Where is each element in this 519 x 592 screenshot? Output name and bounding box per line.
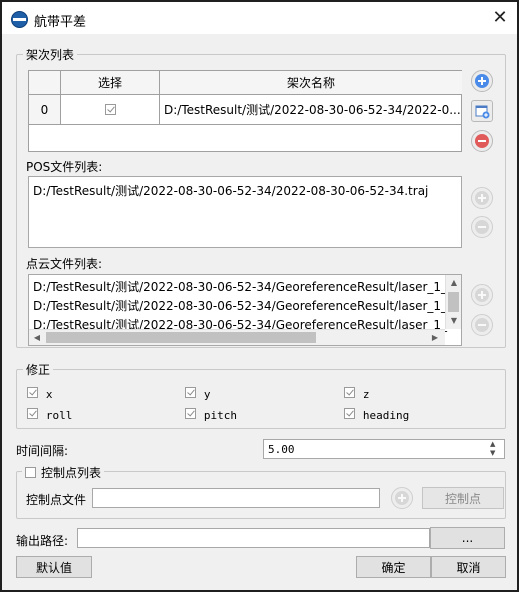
table-corner-cell [29, 71, 61, 95]
table-row-select-cell[interactable] [61, 95, 160, 125]
correction-roll-option[interactable]: roll [27, 408, 72, 422]
remove-pointcloud-button[interactable] [471, 314, 493, 336]
correction-z-option[interactable]: z [344, 387, 369, 401]
table-row-name-cell[interactable]: D:/TestResult/测试/2022-08-30-06-52-34/202… [160, 95, 462, 125]
correction-roll-label: roll [45, 409, 73, 422]
pointcloud-file-list[interactable]: D:/TestResult/测试/2022-08-30-06-52-34/Geo… [28, 274, 462, 346]
horizontal-scroll-thumb[interactable] [46, 332, 316, 343]
correction-heading-checkbox[interactable] [344, 408, 355, 419]
time-interval-value: 5.00 [268, 443, 295, 456]
cancel-button[interactable]: 取消 [431, 556, 506, 578]
browse-output-button[interactable]: ... [430, 527, 505, 549]
control-point-file-label: 控制点文件 [26, 493, 87, 507]
correction-y-checkbox[interactable] [185, 387, 196, 398]
spin-down-icon[interactable]: ▼ [490, 449, 495, 457]
time-interval-label: 时间间隔: [16, 444, 69, 458]
correction-pitch-checkbox[interactable] [185, 408, 196, 419]
flight-list-legend: 架次列表 [26, 48, 75, 62]
add-flight-button[interactable] [471, 70, 493, 92]
list-item[interactable]: D:/TestResult/测试/2022-08-30-06-52-34/Geo… [33, 297, 455, 314]
flight-table: 选择 架次名称 0 D:/TestResult/测试/2022-08-30-06… [28, 70, 462, 152]
folder-add-icon [475, 105, 490, 119]
add-pos-button[interactable] [471, 187, 493, 209]
control-point-toggle[interactable]: 控制点列表 [22, 464, 105, 481]
add-control-point-button[interactable] [391, 487, 413, 509]
correction-roll-checkbox[interactable] [27, 408, 38, 419]
plus-circle-icon [395, 491, 409, 505]
import-flight-button[interactable] [471, 100, 493, 122]
ok-button[interactable]: 确定 [356, 556, 431, 578]
scroll-up-arrow-icon[interactable]: ▲ [446, 278, 461, 287]
correction-x-option[interactable]: x [27, 387, 52, 401]
plus-circle-icon [475, 74, 489, 88]
control-point-legend: 控制点列表 [41, 466, 102, 480]
control-point-file-input[interactable] [92, 488, 380, 508]
spin-up-icon[interactable]: ▲ [490, 440, 495, 448]
correction-legend: 修正 [26, 363, 51, 377]
output-path-label: 输出路径: [16, 534, 69, 548]
output-path-input[interactable] [77, 528, 430, 548]
scroll-left-arrow-icon[interactable]: ◀ [29, 333, 45, 342]
column-header-name[interactable]: 架次名称 [160, 71, 462, 95]
correction-pitch-label: pitch [203, 409, 237, 422]
correction-group: 修正 [16, 361, 506, 429]
minus-circle-icon [475, 318, 489, 332]
default-button[interactable]: 默认值 [16, 556, 92, 578]
minus-circle-icon [475, 220, 489, 234]
remove-pos-button[interactable] [471, 216, 493, 238]
window-title: 航带平差 [34, 15, 87, 30]
plus-circle-icon [475, 288, 489, 302]
title-bar: 航带平差 ✕ [2, 2, 517, 34]
close-button[interactable]: ✕ [487, 5, 513, 31]
scroll-down-arrow-icon[interactable]: ▼ [446, 316, 461, 325]
correction-heading-label: heading [362, 409, 410, 422]
vertical-scrollbar[interactable]: ▲ ▼ [445, 275, 461, 329]
scroll-right-arrow-icon[interactable]: ▶ [427, 333, 443, 342]
correction-y-option[interactable]: y [185, 387, 210, 401]
close-icon: ✕ [492, 7, 508, 28]
row-select-checkbox[interactable] [104, 104, 116, 115]
dialog-window: 航带平差 ✕ 架次列表 选择 架次名称 0 D:/TestResult/测试/2… [0, 0, 519, 592]
vertical-scroll-thumb[interactable] [448, 292, 459, 312]
app-logo-icon [11, 11, 28, 28]
pos-file-list[interactable]: D:/TestResult/测试/2022-08-30-06-52-34/202… [28, 176, 462, 248]
correction-z-label: z [362, 388, 370, 401]
correction-x-label: x [45, 388, 53, 401]
plus-circle-icon [475, 191, 489, 205]
pointcloud-list-label: 点云文件列表: [26, 257, 103, 271]
remove-flight-button[interactable] [471, 130, 493, 152]
pos-list-label: POS文件列表: [26, 160, 103, 174]
list-item[interactable]: D:/TestResult/测试/2022-08-30-06-52-34/Geo… [33, 278, 455, 295]
control-point-button[interactable]: 控制点 [422, 487, 504, 509]
add-pointcloud-button[interactable] [471, 284, 493, 306]
correction-pitch-option[interactable]: pitch [185, 408, 237, 422]
row-index: 0 [29, 95, 61, 125]
correction-y-label: y [203, 388, 211, 401]
correction-x-checkbox[interactable] [27, 387, 38, 398]
horizontal-scrollbar[interactable]: ◀ ▶ [29, 329, 445, 345]
control-point-checkbox[interactable] [25, 467, 36, 478]
correction-z-checkbox[interactable] [344, 387, 355, 398]
correction-heading-option[interactable]: heading [344, 408, 409, 422]
time-interval-spinbox[interactable]: 5.00 ▲ ▼ [263, 439, 505, 459]
list-item[interactable]: D:/TestResult/测试/2022-08-30-06-52-34/202… [33, 182, 428, 199]
minus-circle-icon [475, 134, 489, 148]
column-header-select[interactable]: 选择 [61, 71, 160, 95]
